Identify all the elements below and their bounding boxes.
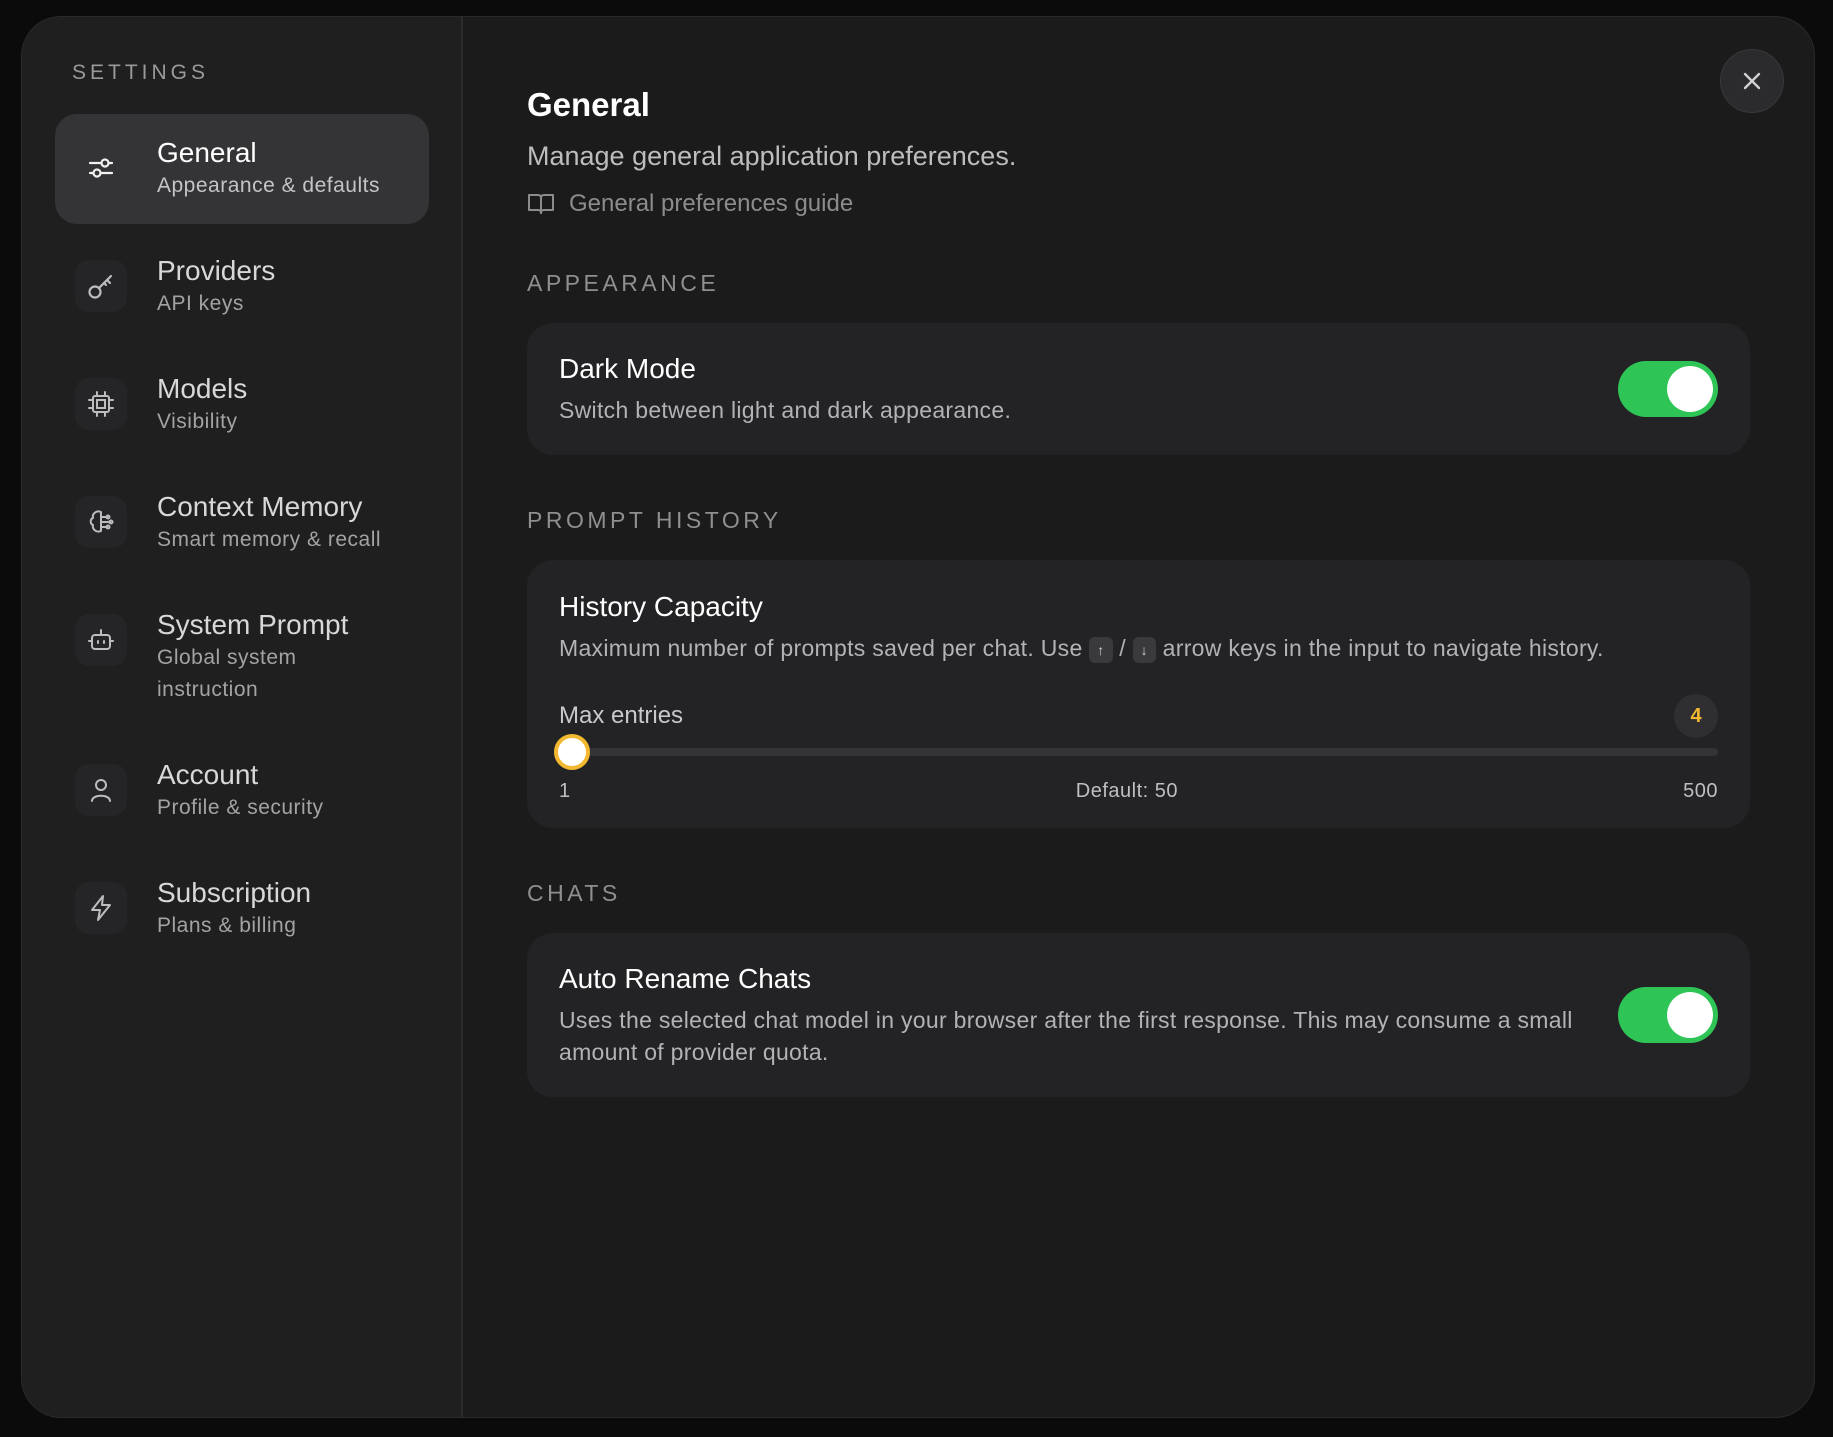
- toggle-knob: [1667, 992, 1713, 1038]
- sidebar-item-subscription[interactable]: Subscription Plans & billing: [55, 854, 429, 964]
- history-capacity-description: Maximum number of prompts saved per chat…: [559, 632, 1718, 664]
- slider-min-label: 1: [559, 780, 571, 802]
- slider-tick-labels: 1 Default: 50 500: [559, 780, 1718, 803]
- toggle-knob: [1667, 366, 1713, 412]
- slider-thumb[interactable]: [553, 734, 590, 770]
- chip-icon: [75, 378, 127, 430]
- max-entries-slider[interactable]: [553, 734, 1718, 770]
- dark-mode-toggle[interactable]: [1618, 361, 1718, 417]
- user-icon: [75, 764, 127, 816]
- sidebar-item-title: System Prompt: [157, 609, 349, 640]
- auto-rename-card: Auto Rename Chats Uses the selected chat…: [527, 933, 1750, 1097]
- sidebar-item-title: Subscription: [157, 877, 312, 908]
- book-icon: [528, 194, 554, 214]
- slider-default-label: Default: 50: [1075, 780, 1178, 802]
- sidebar-item-general[interactable]: General Appearance & defaults: [55, 114, 429, 224]
- history-capacity-card: History Capacity Maximum number of promp…: [527, 560, 1750, 828]
- settings-sidebar: SETTINGS General Appearance & defaults P…: [22, 17, 463, 1417]
- sidebar-heading: SETTINGS: [72, 61, 210, 84]
- sidebar-item-providers[interactable]: Providers API keys: [55, 232, 429, 342]
- sidebar-item-account[interactable]: Account Profile & security: [55, 736, 429, 846]
- sidebar-item-context-memory[interactable]: Context Memory Smart memory & recall: [55, 468, 429, 578]
- close-icon: [1743, 72, 1761, 90]
- max-entries-label: Max entries: [559, 702, 684, 729]
- bot-icon: [75, 614, 127, 666]
- sliders-icon: [75, 142, 127, 194]
- description-text: Maximum number of prompts saved per chat…: [559, 635, 1083, 661]
- sidebar-item-title: Account: [157, 759, 259, 790]
- sidebar-item-subtitle: API keys: [157, 292, 244, 315]
- sidebar-item-title: Context Memory: [157, 491, 363, 522]
- dark-mode-card: Dark Mode Switch between light and dark …: [527, 323, 1750, 455]
- sidebar-item-title: Providers: [157, 255, 276, 286]
- auto-rename-title: Auto Rename Chats: [559, 963, 812, 994]
- page-title: General: [527, 86, 650, 123]
- sidebar-item-subtitle: Plans & billing: [157, 914, 297, 937]
- sidebar-item-subtitle: Visibility: [157, 410, 238, 433]
- sidebar-item-subtitle: Smart memory & recall: [157, 528, 382, 551]
- sidebar-item-system-prompt[interactable]: System Prompt Global system instruction: [55, 586, 429, 728]
- brain-icon: [75, 496, 127, 548]
- close-button[interactable]: [1720, 49, 1784, 113]
- max-entries-value-badge: 4: [1674, 694, 1718, 738]
- arrow-down-key: ↓: [1132, 636, 1156, 663]
- settings-modal: SETTINGS General Appearance & defaults P…: [21, 16, 1815, 1418]
- dark-mode-description: Switch between light and dark appearance…: [559, 397, 1012, 423]
- section-label-chats: CHATS: [527, 880, 621, 906]
- sidebar-item-subtitle: Global system instruction: [157, 646, 297, 701]
- dark-mode-title: Dark Mode: [559, 353, 696, 384]
- bolt-icon: [75, 882, 127, 934]
- sidebar-item-models[interactable]: Models Visibility: [55, 350, 429, 460]
- section-label-prompt-history: PROMPT HISTORY: [527, 507, 782, 533]
- sidebar-item-title: General: [157, 137, 257, 168]
- arrow-up-key: ↑: [1089, 636, 1113, 663]
- slider-max-label: 500: [1683, 780, 1718, 802]
- section-label-appearance: APPEARANCE: [527, 270, 720, 296]
- history-capacity-title: History Capacity: [559, 591, 763, 622]
- key-separator: /: [1119, 635, 1126, 661]
- page-subtitle: Manage general application preferences.: [527, 141, 1017, 171]
- description-text-end: arrow keys in the input to navigate hist…: [1162, 635, 1604, 661]
- sidebar-item-subtitle: Profile & security: [157, 796, 324, 819]
- sidebar-item-subtitle: Appearance & defaults: [157, 174, 380, 197]
- key-icon: [75, 260, 127, 312]
- settings-content: General Manage general application prefe…: [463, 17, 1814, 1417]
- guide-link[interactable]: General preferences guide: [527, 190, 1750, 218]
- guide-link-label: General preferences guide: [569, 190, 854, 217]
- sidebar-item-title: Models: [157, 373, 248, 404]
- auto-rename-toggle[interactable]: [1618, 987, 1718, 1043]
- auto-rename-description: Uses the selected chat model in your bro…: [559, 1007, 1573, 1065]
